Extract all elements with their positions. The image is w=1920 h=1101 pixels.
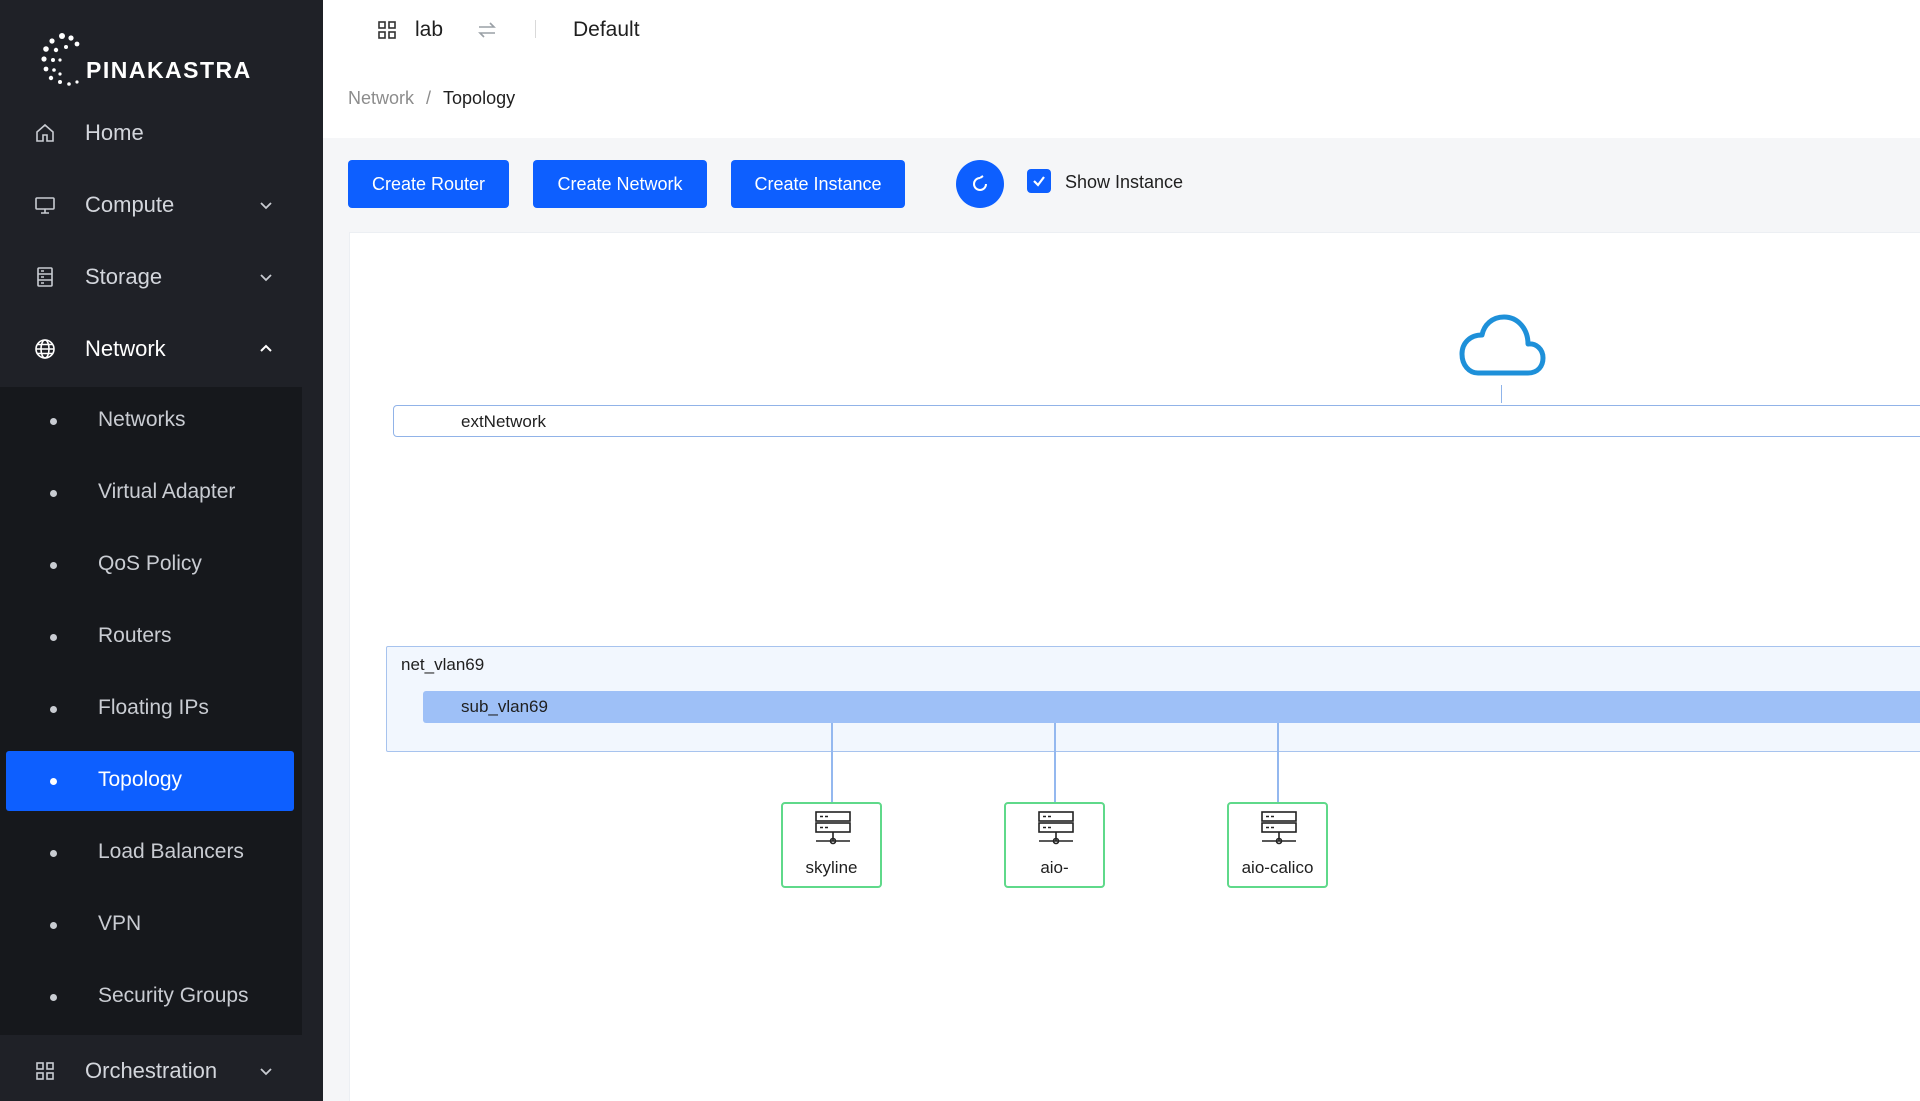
sidebar-item-virtual-adapter[interactable]: Virtual Adapter xyxy=(0,463,302,523)
breadcrumb-bar: Network / Topology xyxy=(323,60,1920,138)
sidebar-item-network[interactable]: Network xyxy=(0,313,323,385)
domain-name: Default xyxy=(573,18,640,41)
top-header: lab Default xyxy=(323,0,1920,60)
project-grid-icon[interactable] xyxy=(378,21,396,44)
sidebar-item-orchestration[interactable]: Orchestration xyxy=(0,1035,323,1101)
server-icon xyxy=(814,810,852,855)
breadcrumb-link-network[interactable]: Network xyxy=(348,88,414,108)
server-icon xyxy=(1037,810,1075,855)
sidebar-item-label: QoS Policy xyxy=(98,552,202,575)
create-instance-button[interactable]: Create Instance xyxy=(731,160,905,208)
sidebar: PINAKASTRA Home Compute Storage Network xyxy=(0,0,323,1101)
sidebar-item-label: Load Balancers xyxy=(98,840,244,863)
instance-name: skyline xyxy=(805,858,858,877)
sidebar-item-label: Storage xyxy=(85,264,163,289)
topology-canvas[interactable]: extNetwork net_vlan69 sub_vlan69 skyline… xyxy=(349,232,1920,1101)
bullet-icon xyxy=(50,418,57,425)
project-name[interactable]: lab xyxy=(415,18,443,42)
sidebar-item-label: Security Groups xyxy=(98,984,249,1007)
bullet-icon xyxy=(50,994,57,1001)
instance-node-aio-calico[interactable]: aio-calico xyxy=(1227,802,1328,888)
grid-icon xyxy=(32,1058,58,1084)
bullet-icon xyxy=(50,850,57,857)
sidebar-item-label: Virtual Adapter xyxy=(98,480,236,503)
sidebar-item-floating-ips[interactable]: Floating IPs xyxy=(0,679,302,739)
bullet-icon xyxy=(50,490,57,497)
sidebar-item-label: Home xyxy=(85,120,144,145)
bullet-icon xyxy=(50,922,57,929)
server-icon xyxy=(1260,810,1298,855)
sidebar-item-label: Network xyxy=(85,336,166,361)
sidebar-item-home[interactable]: Home xyxy=(0,97,323,169)
sidebar-item-networks[interactable]: Networks xyxy=(0,391,302,451)
chevron-down-icon xyxy=(257,1062,275,1080)
show-instance-checkbox[interactable] xyxy=(1027,169,1051,193)
instance-link-line xyxy=(1054,723,1056,803)
external-network-label: extNetwork xyxy=(461,412,547,431)
chevron-down-icon xyxy=(257,268,275,286)
sidebar-item-topology[interactable]: Topology xyxy=(6,751,294,811)
sidebar-item-vpn[interactable]: VPN xyxy=(0,895,302,955)
header-divider xyxy=(535,20,536,38)
sidebar-item-security-groups[interactable]: Security Groups xyxy=(0,967,302,1027)
bullet-icon xyxy=(50,706,57,713)
sidebar-item-label: Routers xyxy=(98,624,172,647)
refresh-button[interactable] xyxy=(956,160,1004,208)
create-network-button[interactable]: Create Network xyxy=(533,160,707,208)
show-instance-label[interactable]: Show Instance xyxy=(1065,172,1183,193)
logo-dots-icon xyxy=(41,33,80,86)
subnet-label: sub_vlan69 xyxy=(461,697,548,716)
sidebar-item-label: Orchestration xyxy=(85,1058,218,1083)
monitor-icon xyxy=(32,192,58,218)
external-link-line xyxy=(1501,385,1502,403)
instance-link-line xyxy=(1277,723,1279,803)
home-icon xyxy=(32,120,58,146)
brand-logo[interactable]: PINAKASTRA xyxy=(40,30,280,105)
cloud-icon[interactable] xyxy=(1458,311,1546,384)
instance-node-skyline[interactable]: skyline xyxy=(781,802,882,888)
sidebar-item-routers[interactable]: Routers xyxy=(0,607,302,667)
external-network[interactable]: extNetwork xyxy=(393,405,1920,437)
create-router-button[interactable]: Create Router xyxy=(348,160,509,208)
sidebar-item-load-balancers[interactable]: Load Balancers xyxy=(0,823,302,883)
bullet-icon xyxy=(50,634,57,641)
chevron-up-icon xyxy=(257,340,275,358)
bullet-icon xyxy=(50,778,57,785)
instance-name: aio- xyxy=(1040,858,1069,877)
globe-icon xyxy=(32,336,58,362)
brand-name: PINAKASTRA xyxy=(86,57,252,83)
sidebar-item-storage[interactable]: Storage xyxy=(0,241,323,313)
sidebar-item-label: VPN xyxy=(98,912,142,935)
storage-icon xyxy=(32,264,58,290)
sidebar-item-label: Compute xyxy=(85,192,175,217)
instance-node-aio[interactable]: aio- xyxy=(1004,802,1105,888)
switch-project-icon[interactable] xyxy=(477,21,497,44)
instance-name: aio-calico xyxy=(1241,858,1314,877)
bullet-icon xyxy=(50,562,57,569)
subnet-bar[interactable]: sub_vlan69 xyxy=(423,691,1920,723)
sidebar-item-qos-policy[interactable]: QoS Policy xyxy=(0,535,302,595)
checkmark-icon xyxy=(1033,176,1045,187)
sidebar-item-label: Floating IPs xyxy=(98,696,209,719)
sidebar-item-label: Topology xyxy=(98,768,183,791)
chevron-down-icon xyxy=(257,196,275,214)
refresh-icon xyxy=(973,175,987,191)
breadcrumb-current: Topology xyxy=(443,88,516,108)
sidebar-item-label: Networks xyxy=(98,408,186,431)
breadcrumb: Network / Topology xyxy=(348,88,515,109)
sidebar-item-compute[interactable]: Compute xyxy=(0,169,323,241)
network-box[interactable]: net_vlan69 sub_vlan69 xyxy=(386,646,1920,752)
instance-link-line xyxy=(831,723,833,803)
breadcrumb-separator: / xyxy=(426,88,432,108)
network-label: net_vlan69 xyxy=(401,655,485,674)
